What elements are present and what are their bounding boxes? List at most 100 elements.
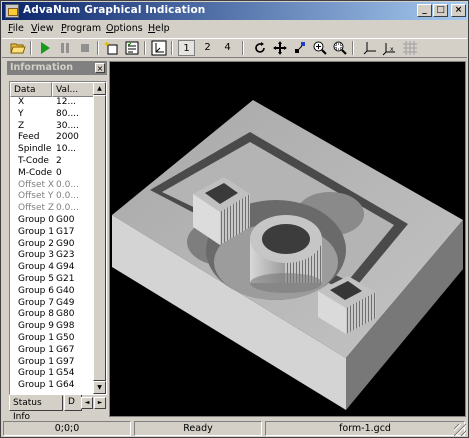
row-value: 10... [56,144,77,155]
status-coordinates: 0;0;0 [3,421,131,436]
info-list[interactable]: Data Val... X 12... Y 80.... Z 30.... Feed 2000… [9,81,107,395]
pan-icon[interactable] [272,40,288,56]
close-button[interactable]: × [451,4,466,17]
menu-view[interactable]: View [31,23,54,34]
view-4-button[interactable]: 4 [219,40,236,56]
coordinate-axes-icon[interactable] [362,40,378,56]
app-icon[interactable] [5,4,19,18]
list-item[interactable]: Group 5 G21 [10,274,94,286]
row-value: G67 [56,344,75,355]
row-key: Group 13 [18,368,54,379]
list-item[interactable]: Group 3 G23 [10,250,94,262]
play-icon[interactable] [37,40,53,56]
toolbar: 1 2 4 x [2,38,467,58]
zoom-window-icon[interactable] [332,40,348,56]
row-value: 0.0... [56,191,79,202]
row-value: 80.... [56,108,79,119]
row-value: G23 [56,250,75,261]
scroll-thumb[interactable] [93,95,106,381]
tab-scroll-left-button[interactable]: ◄ [81,397,93,409]
column-header-value[interactable]: Val... [52,82,94,97]
list-item[interactable]: Group 14G64 [10,380,94,392]
vertical-scrollbar[interactable]: ▲ ▼ [93,82,106,394]
scroll-down-button[interactable]: ▼ [93,381,106,394]
list-item[interactable]: T-Code 2 [10,156,94,168]
maximize-button[interactable]: □ [433,4,448,17]
information-panel-title[interactable]: Information [7,61,107,75]
list-item[interactable]: Group 1 G17 [10,227,94,239]
list-item[interactable]: Group 11G67 [10,345,94,357]
list-item[interactable]: Group 6 G40 [10,286,94,298]
zoom-in-icon[interactable] [312,40,328,56]
new-sparkle-icon[interactable] [104,40,120,56]
dimension-icon[interactable]: x [382,40,398,56]
menu-file[interactable]: File [8,23,24,34]
list-item[interactable]: Feed 2000 [10,132,94,144]
row-key: Offset Y [18,191,54,202]
row-key: M-Code [18,167,53,178]
menu-options[interactable]: Options [106,23,143,34]
list-item[interactable]: Group 9 G98 [10,321,94,333]
row-value: G90 [56,238,75,249]
status-file: form-1.gcd [265,421,465,436]
list-item[interactable]: Group 13G54 [10,368,94,380]
view-1-button[interactable]: 1 [178,40,195,56]
info-list-header: Data Val... [10,82,94,97]
list-item[interactable]: Group 4 G94 [10,262,94,274]
main-window: AdvaNum Graphical Indication _ □ × File … [0,0,469,438]
menu-bar: File View Program Options Help [2,21,467,37]
list-item[interactable]: Spindle 10... [10,144,94,156]
minimize-button[interactable]: _ [417,4,432,17]
grid-icon[interactable] [402,40,418,56]
tab-d[interactable]: D [64,395,82,411]
row-value: G97 [56,356,75,367]
toolbar-separator [30,41,32,55]
menu-help[interactable]: Help [148,23,170,34]
column-header-data[interactable]: Data [10,82,52,97]
graphics-viewport[interactable] [109,61,466,417]
row-value: G50 [56,332,75,343]
list-item[interactable]: M-Code 0 [10,168,94,180]
list-item[interactable]: Offset X 0.0... [10,180,94,192]
list-item[interactable]: Group 10G50 [10,333,94,345]
window-title: AdvaNum Graphical Indication [23,4,206,16]
tab-scroll-right-button[interactable]: ► [94,397,106,409]
list-item[interactable]: Y 80.... [10,109,94,121]
information-panel-close-button[interactable]: × [95,63,105,73]
row-value: 30.... [56,120,79,131]
open-folder-icon[interactable] [10,40,26,56]
menu-program[interactable]: Program [61,23,101,34]
row-value: 2 [56,155,62,166]
row-value: G49 [56,297,75,308]
axes-view-icon[interactable] [151,40,167,56]
row-value: G94 [56,262,75,273]
list-item[interactable]: Group 8 G80 [10,309,94,321]
tab-status-info[interactable]: Status Info [9,395,63,422]
stop-icon[interactable] [77,40,93,56]
list-item[interactable]: Group 7 G49 [10,298,94,310]
edit-program-icon[interactable] [124,40,140,56]
title-bar[interactable]: AdvaNum Graphical Indication _ □ × [2,2,467,20]
view-2-button[interactable]: 2 [199,40,216,56]
status-bar: 0;0;0 Ready form-1.gcd [2,420,467,437]
list-item[interactable]: X 12... [10,97,94,109]
resize-grip[interactable] [454,424,466,436]
row-key: Group 9 [18,321,54,332]
zoom-extents-icon[interactable] [292,40,308,56]
row-key: Group 2 [18,238,54,249]
row-key: Offset Z [18,203,54,214]
list-item[interactable]: Offset Z 0.0... [10,203,94,215]
list-item[interactable]: Group 12G97 [10,357,94,369]
list-item[interactable]: Group 2 G90 [10,239,94,251]
toolbar-separator [144,41,146,55]
scroll-up-button[interactable]: ▲ [93,82,106,95]
list-item[interactable]: Offset Y 0.0... [10,191,94,203]
row-value: G17 [56,226,75,237]
list-item[interactable]: Z 30.... [10,121,94,133]
row-key: Group 5 [18,273,54,284]
row-value: 0.0... [56,203,79,214]
row-value: G40 [56,285,75,296]
pause-icon[interactable] [57,40,73,56]
list-item[interactable]: Group 0 G00 [10,215,94,227]
rotate-icon[interactable] [252,40,268,56]
